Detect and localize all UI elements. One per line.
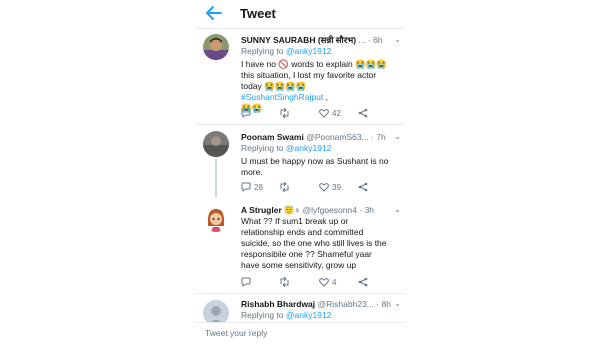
reply-icon [241,182,251,192]
avatar[interactable] [203,206,229,232]
like-count: 4 [332,277,337,287]
replying-to-label: Replying to [241,46,284,56]
reply-input-placeholder[interactable]: Tweet your reply [205,328,267,338]
share-icon [358,182,368,192]
tweet-author-line: SUNNY SAURABH (सन्नी सौरभ) ... · 6h [241,35,383,45]
reply-mention-link[interactable]: @anky1912 [286,310,332,320]
tweet-rishabh-bhardwaj[interactable]: Rishabh Bhardwaj @Rishabh23... · 8h ⌄ Re… [195,294,405,322]
share-icon [358,108,368,118]
author-name[interactable]: SUNNY SAURABH (सन्नी सौरभ) [241,35,356,45]
thread-line [215,159,217,197]
replying-to-line: Replying to @anky1912 [241,310,331,320]
tweet-text: I have no 🚫 words to explain 😭😭😭 this si… [241,59,391,114]
reply-button[interactable] [241,277,254,287]
reply-button[interactable]: 28 [241,182,263,192]
tweet-time: 3h [364,205,375,215]
tweet-time: 8h [381,299,391,309]
like-button[interactable]: 4 [319,277,336,287]
chevron-down-icon[interactable]: ⌄ [394,299,401,308]
retweet-icon [280,277,289,287]
chevron-down-icon[interactable]: ⌄ [394,35,401,44]
tweet-actions: 4 [241,277,391,289]
header-bar: Tweet [195,0,405,29]
like-count: 39 [332,182,341,192]
tweet-author-line: Rishabh Bhardwaj @Rishabh23... · 8h [241,299,391,309]
tweet-poonam-swami[interactable]: Poonam Swami @PoonamS63... · 7h ⌄ Replyi… [195,125,405,197]
retweet-button[interactable] [279,182,293,192]
tweet-time: 6h [373,35,383,45]
tweet-actions: 42 [241,108,391,120]
tweet-text: What ?? If sum1 break up or relationship… [241,216,387,270]
replying-to-label: Replying to [241,310,284,320]
reply-composer[interactable]: Tweet your reply [195,322,405,344]
author-name[interactable]: Rishabh Bhardwaj [241,299,315,309]
back-arrow-icon[interactable] [205,5,223,21]
author-name[interactable]: Poonam Swami [241,132,304,142]
reply-icon [241,277,251,287]
tweet-text-body: I have no 🚫 words to explain 😭😭😭 this si… [241,59,387,91]
avatar[interactable] [203,34,229,60]
chevron-down-icon[interactable]: ⌄ [394,132,401,141]
like-count: 42 [332,108,341,118]
tweet-a-strugler[interactable]: A Strugler 😇♀ @lyfgoesonn4 · 3h ⌄ What ?… [195,198,405,292]
heart-icon [319,183,329,192]
reply-mention-link[interactable]: @anky1912 [286,143,332,153]
reply-count: 28 [254,182,263,192]
avatar[interactable] [203,300,229,322]
tweet-author-line: Poonam Swami @PoonamS63... · 7h [241,132,386,142]
avatar[interactable] [203,131,229,157]
name-ellipsis: ... [358,35,366,45]
heart-icon [319,278,329,287]
replying-to-label: Replying to [241,143,284,153]
author-handle[interactable]: @Rishabh23... [318,299,374,309]
share-button[interactable] [358,277,368,287]
author-handle[interactable]: @lyfgoesonn4 [303,205,357,215]
page-title: Tweet [240,6,276,21]
replying-to-line: Replying to @anky1912 [241,46,331,56]
like-button[interactable]: 39 [319,182,341,192]
share-icon [358,277,368,287]
author-name-emoji: 😇♀ [284,206,301,215]
tweet-actions: 28 39 [241,182,391,194]
tweet-thread-screen: Tweet SUNNY SAURABH (सन्नी सौरभ) ... · 6… [195,0,405,343]
replying-to-line: Replying to @anky1912 [241,143,331,153]
reply-button[interactable] [241,108,254,118]
tweet-sunny-saurabh[interactable]: SUNNY SAURABH (सन्नी सौरभ) ... · 6h ⌄ Re… [195,28,405,124]
retweet-button[interactable] [279,277,293,287]
author-handle[interactable]: @PoonamS63... [306,132,369,142]
chevron-down-icon[interactable]: ⌄ [394,205,401,214]
tweet-text-comma: , [325,92,328,102]
like-button[interactable]: 42 [319,108,341,118]
share-button[interactable] [358,182,368,192]
tweet-author-line: A Strugler 😇♀ @lyfgoesonn4 · 3h [241,205,375,215]
retweet-icon [280,108,289,118]
hashtag-link[interactable]: #SushantSinghRajput [241,92,323,102]
reply-mention-link[interactable]: @anky1912 [286,46,332,56]
tweet-time: 7h [376,132,386,142]
reply-icon [241,108,251,118]
retweet-icon [280,182,289,192]
retweet-button[interactable] [279,108,293,118]
author-name[interactable]: A Strugler [241,205,282,215]
tweet-text: U must be happy now as Sushant is no mor… [241,156,389,177]
heart-icon [319,109,329,118]
share-button[interactable] [358,108,368,118]
